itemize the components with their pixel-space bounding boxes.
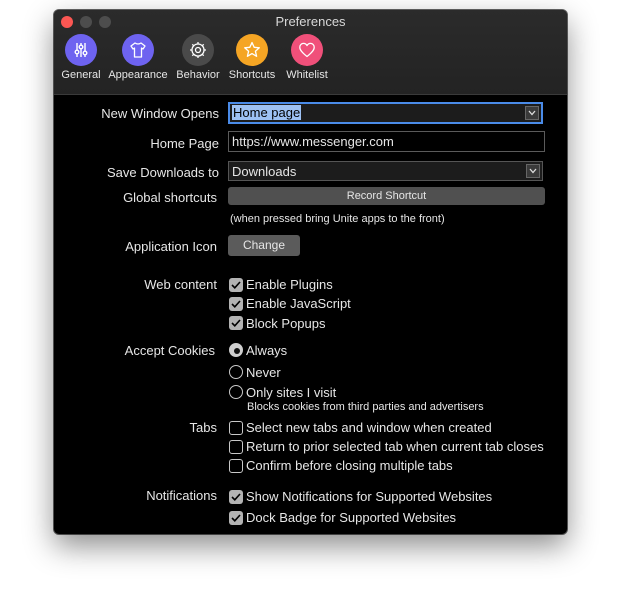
- cookies-always-label: Always: [246, 343, 288, 358]
- tab-whitelist-label: Whitelist: [286, 69, 328, 81]
- downloads-select[interactable]: Downloads: [228, 161, 543, 181]
- gear-icon: [182, 34, 214, 66]
- cookies-visited-label: Only sites I visit: [246, 385, 337, 400]
- tab-shortcuts-label: Shortcuts: [228, 69, 276, 81]
- tab-behavior[interactable]: Behavior: [174, 34, 222, 81]
- enable-plugins-checkbox[interactable]: [229, 278, 243, 292]
- record-shortcut-button[interactable]: Record Shortcut: [228, 187, 545, 205]
- chevron-down-icon: [525, 106, 539, 120]
- star-icon: [236, 34, 268, 66]
- tab-appearance[interactable]: Appearance: [106, 34, 170, 81]
- enable-javascript-label: Enable JavaScript: [246, 296, 351, 311]
- enable-plugins-label: Enable Plugins: [246, 277, 333, 292]
- shortcuts-note: (when pressed bring Unite apps to the fr…: [230, 213, 445, 225]
- cookies-never-radio[interactable]: [229, 365, 243, 379]
- return-prior-tab-checkbox[interactable]: [229, 440, 243, 454]
- notifications-label: Notifications: [146, 488, 217, 503]
- return-prior-tab-label: Return to prior selected tab when curren…: [246, 439, 544, 454]
- block-popups-checkbox[interactable]: [229, 316, 243, 330]
- new-window-value: Home page: [232, 105, 302, 120]
- show-notifications-checkbox[interactable]: [229, 490, 243, 504]
- confirm-close-tabs-checkbox[interactable]: [229, 459, 243, 473]
- confirm-close-tabs-label: Confirm before closing multiple tabs: [246, 458, 453, 473]
- dock-badge-checkbox[interactable]: [229, 511, 243, 525]
- downloads-value: Downloads: [232, 164, 297, 179]
- tabs-label: Tabs: [189, 420, 217, 435]
- tshirt-icon: [122, 34, 154, 66]
- cookies-never-label: Never: [246, 365, 281, 380]
- block-popups-label: Block Popups: [246, 316, 326, 331]
- home-page-label: Home Page: [150, 136, 219, 151]
- chevron-down-icon: [526, 164, 540, 178]
- web-content-label: Web content: [144, 277, 217, 292]
- home-page-input[interactable]: https://www.messenger.com: [228, 131, 545, 152]
- tab-behavior-label: Behavior: [176, 69, 220, 81]
- window-title: Preferences: [275, 14, 346, 29]
- toolbar: Preferences General Appearance Behavior …: [54, 10, 567, 95]
- tab-shortcuts[interactable]: Shortcuts: [226, 34, 278, 81]
- dock-badge-label: Dock Badge for Supported Websites: [246, 510, 457, 525]
- shortcuts-label: Global shortcuts: [123, 190, 217, 205]
- tab-whitelist[interactable]: Whitelist: [282, 34, 332, 81]
- show-notifications-label: Show Notifications for Supported Website…: [246, 489, 493, 504]
- cookies-label: Accept Cookies: [124, 343, 215, 358]
- preferences-window: Preferences General Appearance Behavior …: [54, 10, 567, 534]
- tab-general-label: General: [61, 69, 101, 81]
- select-new-tabs-checkbox[interactable]: [229, 421, 243, 435]
- cookies-visited-radio[interactable]: [229, 385, 243, 399]
- new-window-label: New Window Opens: [101, 106, 219, 121]
- downloads-label: Save Downloads to: [106, 165, 219, 180]
- cookies-always-radio[interactable]: [229, 343, 243, 357]
- heart-icon: [291, 34, 323, 66]
- tab-appearance-label: Appearance: [108, 69, 168, 81]
- select-new-tabs-label: Select new tabs and window when created: [246, 420, 492, 435]
- sliders-icon: [65, 34, 97, 66]
- tab-general[interactable]: General: [60, 34, 102, 81]
- enable-javascript-checkbox[interactable]: [229, 297, 243, 311]
- change-icon-button[interactable]: Change: [228, 235, 300, 256]
- app-icon-label: Application Icon: [125, 239, 217, 254]
- new-window-select[interactable]: Home page: [228, 102, 543, 124]
- cookies-note: Blocks cookies from third parties and ad…: [247, 401, 484, 413]
